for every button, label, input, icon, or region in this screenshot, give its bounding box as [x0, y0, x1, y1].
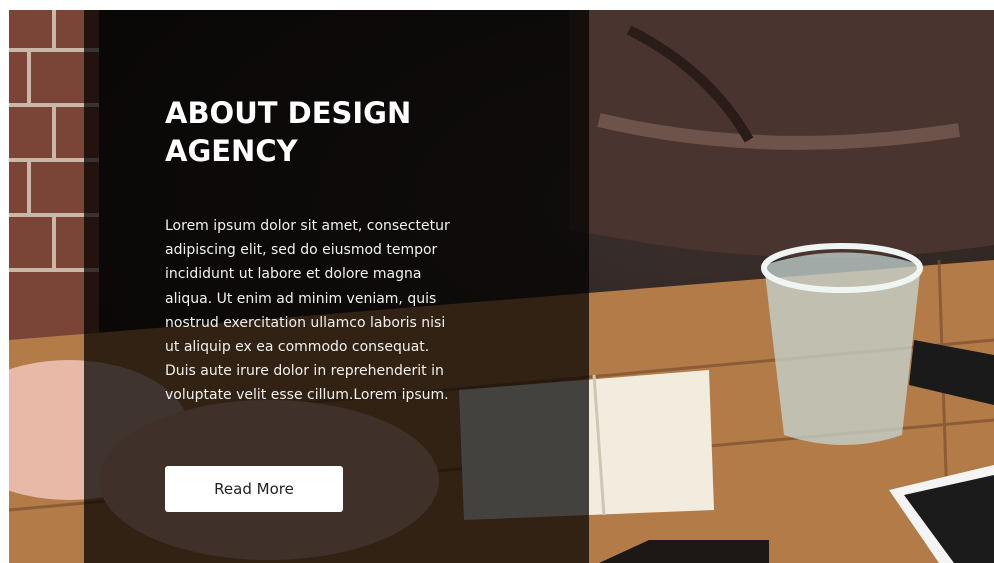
section-description: Lorem ipsum dolor sit amet, consectetur … — [165, 218, 450, 404]
section-title: ABOUT DESIGN AGENCY — [165, 96, 412, 168]
read-more-button[interactable]: Read More — [165, 466, 343, 512]
